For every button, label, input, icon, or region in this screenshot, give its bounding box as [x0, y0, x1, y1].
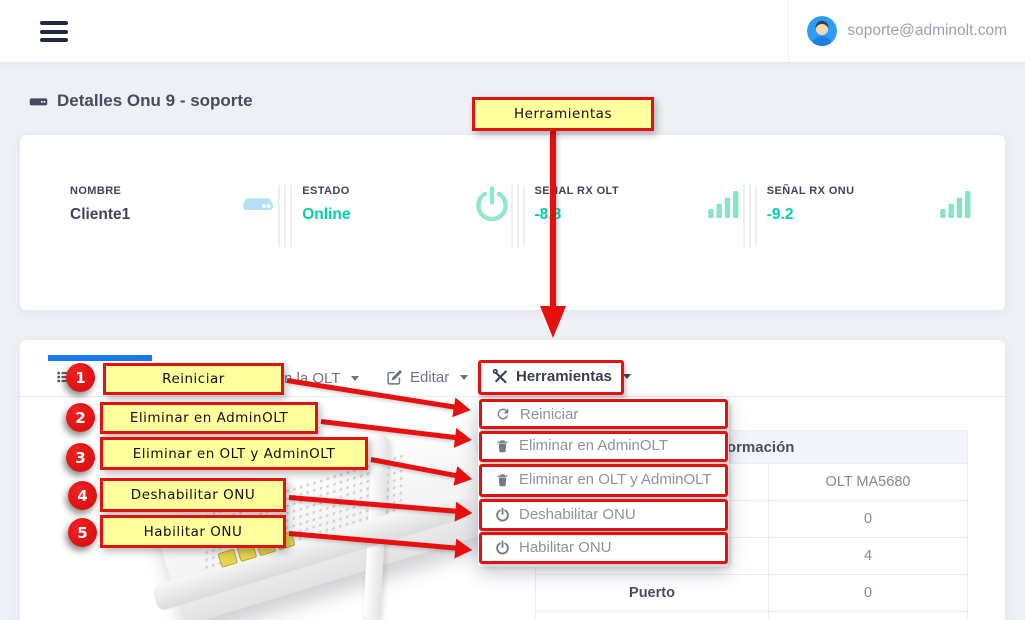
- table-row: [536, 612, 967, 620]
- arrow-down: [550, 131, 556, 308]
- toolbar-divider: [20, 396, 1005, 397]
- arrow-down-head: [540, 306, 566, 338]
- edit-icon: [386, 369, 403, 386]
- stat-rx-onu-value: -9.2: [767, 206, 855, 224]
- callout-eliminar-olt-adminolt: Eliminar en OLT y AdminOLT: [100, 437, 368, 470]
- annotation-box-deshabilitar: [479, 499, 728, 531]
- step-badge-2: 2: [66, 403, 95, 432]
- stat-senal-rx-olt: SEÑAL RX OLT -8.8: [535, 185, 743, 224]
- divider: [743, 185, 757, 247]
- page-title: Detalles Onu 9 - soporte: [28, 90, 253, 111]
- signal-icon: [937, 185, 975, 221]
- annotation-box-eliminar-olt-adminolt: [479, 464, 728, 497]
- callout-habilitar: Habilitar ONU: [100, 515, 286, 548]
- callout-deshabilitar: Deshabilitar ONU: [100, 478, 286, 512]
- stat-nombre-value: Cliente1: [70, 206, 130, 224]
- stat-rx-olt-value: -8.8: [535, 206, 619, 224]
- user-menu[interactable]: soporte@adminolt.com: [788, 0, 1007, 62]
- stat-estado-value: Online: [302, 206, 350, 224]
- annotation-box-reiniciar: [479, 399, 728, 429]
- hamburger-menu-icon[interactable]: [40, 21, 68, 42]
- step-badge-4: 4: [68, 481, 97, 510]
- user-email: soporte@adminolt.com: [847, 22, 1007, 40]
- step-badge-3: 3: [66, 443, 95, 472]
- divider: [278, 185, 292, 247]
- chevron-down-icon: [623, 374, 631, 379]
- stat-senal-rx-onu: SEÑAL RX ONU -9.2: [767, 185, 975, 224]
- callout-herramientas: Herramientas: [472, 97, 654, 131]
- annotation-box-tools-button: [478, 360, 624, 395]
- step-badge-1: 1: [66, 363, 95, 392]
- callout-eliminar-adminolt: Eliminar en AdminOLT: [100, 402, 318, 434]
- step-badge-5: 5: [68, 518, 97, 547]
- divider: [511, 185, 525, 247]
- active-tab-indicator: [48, 355, 152, 361]
- adminolt-onu-details-screen: soporte@adminolt.com Detalles Onu 9 - so…: [0, 0, 1025, 620]
- user-avatar: [807, 16, 837, 46]
- chevron-down-icon: [351, 376, 359, 381]
- stat-nombre: NOMBRE Cliente1: [70, 185, 278, 225]
- onu-summary-card: NOMBRE Cliente1 ESTADO Online SEÑAL RX O…: [20, 135, 1005, 310]
- annotation-box-eliminar-adminolt: [479, 431, 728, 462]
- annotation-box-habilitar: [479, 532, 728, 564]
- modem-icon: [238, 185, 278, 225]
- table-row: Puerto 0: [536, 575, 967, 612]
- modem-icon: [28, 90, 49, 111]
- chevron-down-icon: [460, 375, 468, 380]
- edit-menu-button[interactable]: Editar: [386, 369, 468, 386]
- stat-estado: ESTADO Online: [302, 185, 510, 224]
- power-icon: [473, 185, 511, 223]
- top-navbar: soporte@adminolt.com: [0, 0, 1025, 62]
- signal-icon: [705, 185, 743, 221]
- callout-reiniciar: Reiniciar: [103, 363, 284, 395]
